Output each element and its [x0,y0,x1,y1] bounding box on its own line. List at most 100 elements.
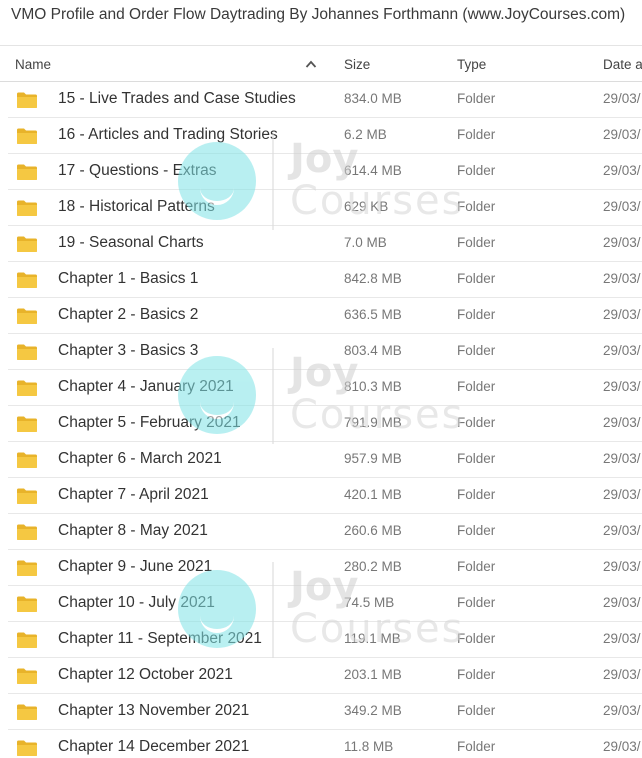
folder-type: Folder [457,199,496,214]
folder-type: Folder [457,127,496,142]
list-item[interactable]: Chapter 9 - June 2021 280.2 MB Folder 29/03… [8,550,642,586]
folder-name[interactable]: Chapter 7 - April 2021 [58,486,209,504]
list-item[interactable]: 16 - Articles and Trading Stories 6.2 MB F… [8,118,642,154]
folder-type: Folder [457,379,496,394]
folder-size: 260.6 MB [344,523,402,538]
folder-name[interactable]: Chapter 8 - May 2021 [58,522,208,540]
list-item[interactable]: Chapter 13 November 2021 349.2 MB Folder 29… [8,694,642,730]
folder-name[interactable]: Chapter 12 October 2021 [58,666,233,684]
folder-name[interactable]: Chapter 14 December 2021 [58,738,249,756]
list-item[interactable]: Chapter 14 December 2021 11.8 MB Folder 29/… [8,730,642,758]
column-header-size[interactable]: Size [344,57,370,72]
column-header-name[interactable]: Name [15,57,51,72]
folder-name[interactable]: Chapter 4 - January 2021 [58,378,234,396]
folder-date: 29/03/ [603,631,641,646]
folder-icon [17,560,37,576]
page-title: VMO Profile and Order Flow Daytrading By… [11,6,626,23]
folder-size: 119.1 MB [344,631,401,646]
folder-name[interactable]: Chapter 3 - Basics 3 [58,342,198,360]
folder-icon [17,272,37,288]
folder-date: 29/03/ [603,199,641,214]
list-item[interactable]: Chapter 8 - May 2021 260.6 MB Folder 29/03/ [8,514,642,550]
folder-name[interactable]: Chapter 11 - September 2021 [58,630,262,648]
folder-size: 842.8 MB [344,271,402,286]
folder-type: Folder [457,631,496,646]
list-item[interactable]: Chapter 5 - February 2021 791.9 MB Folder 2… [8,406,642,442]
folder-name[interactable]: Chapter 9 - June 2021 [58,558,212,576]
folder-name[interactable]: Chapter 13 November 2021 [58,702,249,720]
folder-size: 810.3 MB [344,379,402,394]
folder-type: Folder [457,559,496,574]
folder-name[interactable]: Chapter 6 - March 2021 [58,450,222,468]
folder-name[interactable]: Chapter 2 - Basics 2 [58,306,198,324]
folder-icon [17,200,37,216]
folder-name[interactable]: Chapter 1 - Basics 1 [58,270,198,288]
folder-size: 7.0 MB [344,235,387,250]
folder-size: 420.1 MB [344,487,402,502]
folder-date: 29/03/ [603,559,641,574]
list-item[interactable]: Chapter 1 - Basics 1 842.8 MB Folder 29/03/ [8,262,642,298]
column-header-date[interactable]: Date a [603,57,642,72]
folder-date: 29/03/ [603,415,641,430]
folder-icon [17,452,37,468]
list-item[interactable]: Chapter 4 - January 2021 810.3 MB Folder 29… [8,370,642,406]
list-item[interactable]: 17 - Questions - Extras 614.4 MB Folder 29/… [8,154,642,190]
chevron-up-icon[interactable] [305,59,317,69]
folder-date: 29/03/ [603,451,641,466]
folder-date: 29/03/ [603,595,641,610]
list-item[interactable]: 19 - Seasonal Charts 7.0 MB Folder 29/03/ [8,226,642,262]
list-item[interactable]: Chapter 10 - July 2021 74.5 MB Folder 29/03… [8,586,642,622]
folder-name[interactable]: Chapter 5 - February 2021 [58,414,241,432]
list-item[interactable]: Chapter 3 - Basics 3 803.4 MB Folder 29/03/ [8,334,642,370]
folder-icon [17,236,37,252]
folder-name[interactable]: 17 - Questions - Extras [58,162,217,180]
folder-type: Folder [457,451,496,466]
folder-type: Folder [457,523,496,538]
list-item[interactable]: Chapter 11 - September 2021 119.1 MB Folde… [8,622,642,658]
folder-date: 29/03/ [603,235,641,250]
folder-name[interactable]: 15 - Live Trades and Case Studies [58,90,296,108]
list-item[interactable]: Chapter 12 October 2021 203.1 MB Folder 29/… [8,658,642,694]
list-item[interactable]: Chapter 6 - March 2021 957.9 MB Folder 29/0… [8,442,642,478]
folder-type: Folder [457,703,496,718]
folder-type: Folder [457,487,496,502]
folder-date: 29/03/ [603,343,641,358]
folder-icon [17,488,37,504]
folder-name[interactable]: 16 - Articles and Trading Stories [58,126,278,144]
file-list: 15 - Live Trades and Case Studies 834.0 M… [0,82,642,758]
folder-type: Folder [457,91,496,106]
list-item[interactable]: Chapter 2 - Basics 2 636.5 MB Folder 29/03/ [8,298,642,334]
folder-name[interactable]: Chapter 10 - July 2021 [58,594,215,612]
folder-date: 29/03/ [603,703,641,718]
folder-type: Folder [457,307,496,322]
folder-size: 791.9 MB [344,415,402,430]
folder-icon [17,308,37,324]
folder-date: 29/03/ [603,379,641,394]
folder-size: 11.8 MB [344,739,394,754]
folder-icon [17,380,37,396]
folder-icon [17,524,37,540]
folder-date: 29/03/ [603,91,641,106]
folder-icon [17,416,37,432]
folder-type: Folder [457,163,496,178]
list-item[interactable]: 18 - Historical Patterns 629 KB Folder 29/0… [8,190,642,226]
folder-icon [17,92,37,108]
folder-type: Folder [457,271,496,286]
folder-size: 280.2 MB [344,559,402,574]
folder-date: 29/03/ [603,271,641,286]
folder-name[interactable]: 19 - Seasonal Charts [58,234,204,252]
folder-date: 29/03/ [603,127,641,142]
folder-date: 29/03/ [603,523,641,538]
folder-date: 29/03/ [603,667,641,682]
list-item[interactable]: 15 - Live Trades and Case Studies 834.0 M… [8,82,642,118]
folder-icon [17,740,37,756]
folder-date: 29/03/ [603,307,641,322]
folder-icon [17,164,37,180]
folder-date: 29/03/ [603,163,641,178]
folder-size: 74.5 MB [344,595,395,610]
list-item[interactable]: Chapter 7 - April 2021 420.1 MB Folder 29/0… [8,478,642,514]
column-header-type[interactable]: Type [457,57,486,72]
folder-size: 203.1 MB [344,667,402,682]
folder-date: 29/03/ [603,487,641,502]
folder-name[interactable]: 18 - Historical Patterns [58,198,215,216]
